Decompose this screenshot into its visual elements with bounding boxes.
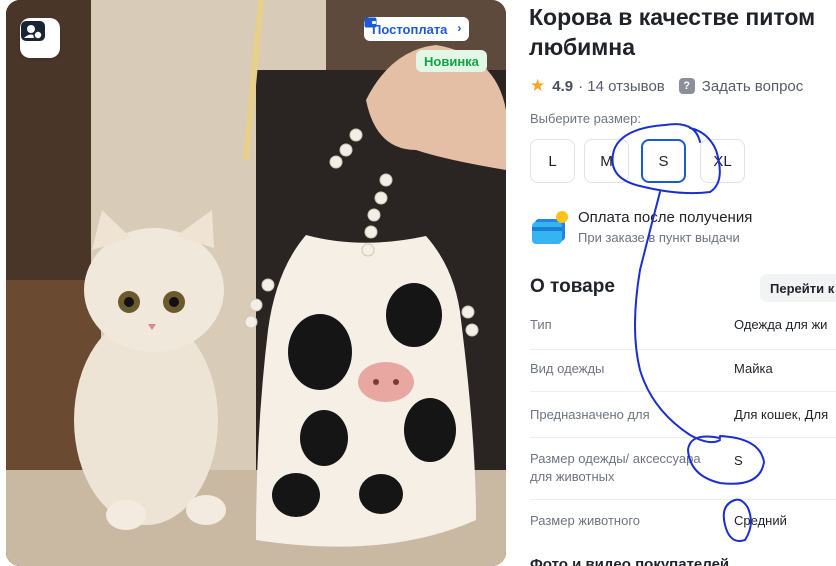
spec-row-type: Тип Одежда для жи (530, 308, 836, 350)
size-option-l[interactable]: L (530, 139, 575, 183)
spec-value: Майка (734, 361, 773, 376)
postpay-badge-label: Постоплата (372, 21, 448, 37)
ask-question-link[interactable]: Задать вопрос (702, 78, 803, 95)
spec-key: Предназначено для (530, 407, 650, 422)
size-option-m[interactable]: M (584, 139, 629, 183)
payment-subtitle: При заказе в пункт выдачи (578, 230, 740, 245)
spec-row-animal-size: Размер животного Средний (530, 500, 836, 542)
reviews-count[interactable]: · 14 отзывов (578, 78, 665, 95)
postpay-badge[interactable]: Постоплата › (364, 17, 470, 41)
product-photo[interactable]: Постоплата › Новинка (6, 0, 506, 566)
size-selector-label: Выберите размер: (530, 111, 641, 126)
goto-specs-button[interactable]: Перейти к (760, 274, 836, 302)
spec-row-clothing-kind: Вид одежды Майка (530, 350, 836, 392)
spec-key: Размер одежды/ аксессуара для животных (530, 451, 701, 484)
star-icon: ★ (530, 76, 546, 95)
image-search-button[interactable] (20, 18, 60, 58)
image-search-icon (21, 21, 45, 41)
card-payment-icon (532, 211, 568, 244)
new-badge: Новинка (416, 50, 487, 72)
payment-title: Оплата после получения (578, 209, 753, 226)
spec-key: Вид одежды (530, 361, 605, 376)
product-title-line2: любимна (529, 34, 635, 60)
size-option-s[interactable]: S (641, 139, 686, 183)
spec-value: S (734, 453, 743, 468)
product-title-line1: Корова в качестве питом (529, 4, 816, 30)
spec-row-clothing-size: Размер одежды/ аксессуара для животных S (530, 438, 836, 500)
about-section-title: О товаре (530, 276, 615, 297)
new-badge-label: Новинка (424, 53, 479, 69)
question-icon: ? (678, 78, 695, 94)
spec-key: Размер животного (530, 513, 641, 528)
spec-value: Одежда для жи (734, 317, 828, 332)
rating-value: 4.9 (552, 77, 574, 95)
chevron-right-icon: › (457, 21, 462, 35)
wallet-icon (364, 17, 377, 28)
size-option-xl[interactable]: XL (700, 139, 745, 183)
spec-key: Тип (530, 317, 552, 332)
spec-value: Для кошек, Для (734, 407, 829, 422)
spec-row-intended-for: Предназначено для Для кошек, Для (530, 392, 836, 438)
rating-row[interactable]: ★ 4.9 · 14 отзывов ? Задать вопрос (530, 76, 803, 96)
spec-value: Средний (734, 513, 787, 528)
cat-photo-illustration (6, 0, 506, 566)
product-title: Корова в качестве питом любимна (529, 2, 836, 62)
customer-photos-title[interactable]: Фото и видео покупателей (530, 556, 729, 566)
